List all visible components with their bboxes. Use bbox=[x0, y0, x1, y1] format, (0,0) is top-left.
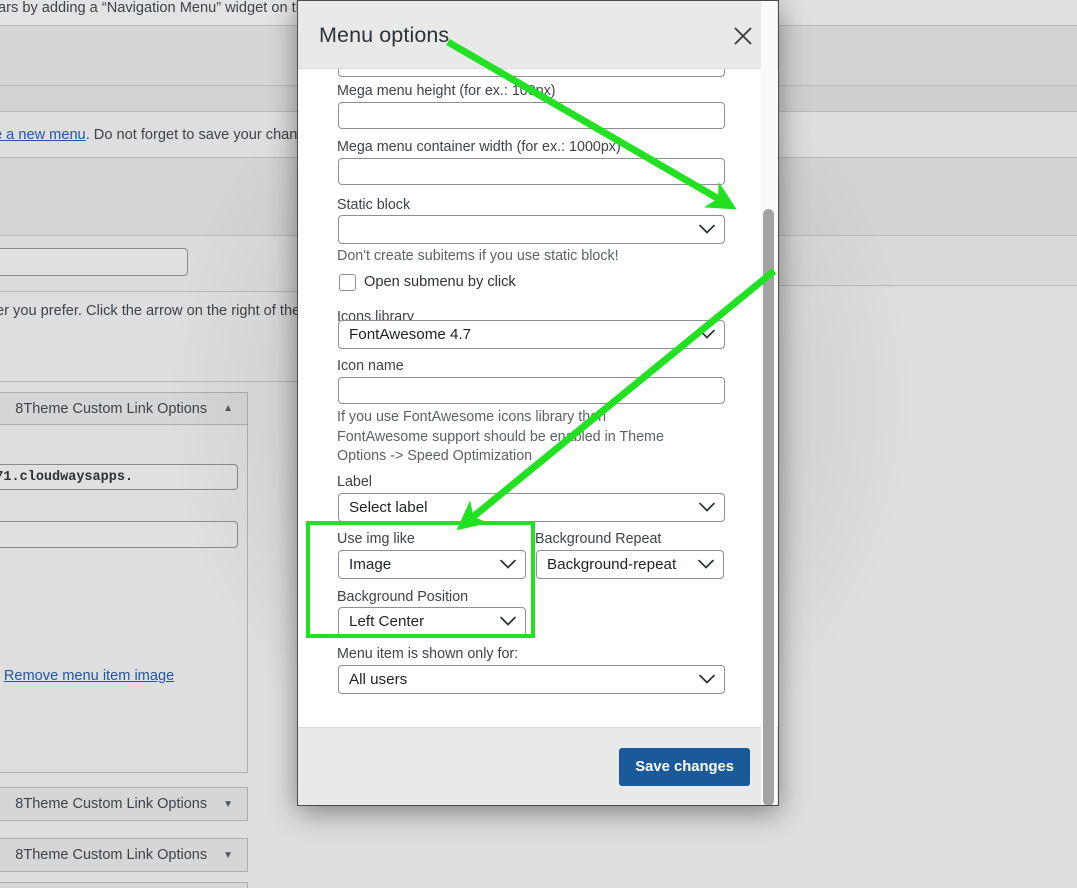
chevron-down-icon bbox=[699, 326, 715, 343]
bg-remove-menu-item-image-link[interactable]: Remove menu item image bbox=[4, 668, 174, 684]
background-position-label: Background Position bbox=[337, 589, 469, 605]
chevron-down-icon: ▼ bbox=[223, 849, 233, 861]
open-submenu-by-click-checkbox[interactable] bbox=[339, 274, 356, 291]
bg-panel-8theme-custom-link-options-collapsed-1[interactable]: 8Theme Custom Link Options ▼ bbox=[0, 787, 248, 821]
bg-right-row-0 bbox=[779, 0, 1077, 26]
chevron-down-icon: ▼ bbox=[223, 798, 233, 810]
modal-title: Menu options bbox=[319, 23, 450, 47]
modal-scrollbar-track[interactable] bbox=[761, 1, 777, 805]
use-img-like-label: Use img like bbox=[337, 531, 415, 547]
mega-menu-height-input[interactable] bbox=[338, 102, 725, 129]
modal-body: Mega menu height (for ex.: 100px) Mega m… bbox=[298, 69, 778, 729]
bg-create-new-menu-link[interactable]: e a new menu bbox=[0, 127, 86, 143]
bg-remove-menu-item-image-row: | Remove menu item image bbox=[0, 668, 174, 684]
chevron-down-icon bbox=[500, 613, 516, 630]
bg-panel-title: 8Theme Custom Link Options bbox=[15, 847, 208, 863]
icons-library-select[interactable]: FontAwesome 4.7 bbox=[338, 320, 725, 349]
bg-panel-title: 8Theme Custom Link Options bbox=[15, 796, 208, 812]
background-position-value: Left Center bbox=[349, 613, 425, 630]
open-submenu-by-click-label: Open submenu by click bbox=[364, 274, 516, 290]
icon-name-input[interactable] bbox=[338, 377, 725, 404]
bg-hint-order: er you prefer. Click the arrow on the ri… bbox=[0, 303, 312, 319]
modal-footer: Save changes bbox=[298, 727, 778, 805]
chevron-up-icon: ▲ bbox=[223, 403, 233, 414]
bg-hint-new-menu: e a new menu. Do not forget to save your… bbox=[0, 127, 314, 143]
save-changes-button[interactable]: Save changes bbox=[619, 748, 750, 786]
chevron-down-icon bbox=[699, 221, 715, 238]
background-repeat-select[interactable]: Background-repeat bbox=[536, 550, 724, 579]
shown-only-for-value: All users bbox=[349, 671, 408, 688]
label-select-value: Select label bbox=[349, 499, 428, 516]
background-position-select[interactable]: Left Center bbox=[338, 607, 526, 636]
bg-right-row-5 bbox=[779, 236, 1077, 286]
static-block-select[interactable] bbox=[338, 215, 725, 244]
bg-panel-8theme-custom-link-options-open[interactable]: 8Theme Custom Link Options ▲ bbox=[0, 392, 248, 425]
previous-field-input-partial[interactable] bbox=[338, 69, 725, 77]
bg-right-row-3 bbox=[779, 112, 1077, 158]
mega-menu-height-label: Mega menu height (for ex.: 100px) bbox=[337, 83, 556, 99]
bg-menu-name-input[interactable]: tom bbox=[0, 248, 188, 276]
background-repeat-label: Background Repeat bbox=[535, 531, 662, 547]
screen: ars by adding a “Navigation Menu” widget… bbox=[0, 0, 1077, 888]
bg-panel-partial[interactable] bbox=[0, 882, 248, 888]
icons-library-value: FontAwesome 4.7 bbox=[349, 326, 472, 343]
bg-hint-navigation-menu: ars by adding a “Navigation Menu” widget… bbox=[0, 0, 312, 16]
mega-menu-container-width-input[interactable] bbox=[338, 158, 725, 185]
static-block-label: Static block bbox=[337, 197, 411, 213]
chevron-down-icon bbox=[699, 671, 715, 688]
use-img-like-select[interactable]: Image bbox=[338, 550, 526, 579]
bg-right-row-4 bbox=[779, 158, 1077, 236]
icon-name-label: Icon name bbox=[337, 358, 404, 374]
menu-options-modal: Menu options Mega menu height (for ex.: … bbox=[297, 0, 779, 806]
background-repeat-value: Background-repeat bbox=[547, 556, 677, 573]
bg-custom-link-second-input[interactable] bbox=[0, 521, 238, 548]
bg-panel-8theme-custom-link-options-collapsed-2[interactable]: 8Theme Custom Link Options ▼ bbox=[0, 838, 248, 872]
shown-only-for-select[interactable]: All users bbox=[338, 665, 725, 694]
bg-hint-new-menu-rest: . Do not forget to save your change bbox=[85, 127, 314, 143]
chevron-down-icon bbox=[699, 499, 715, 516]
static-block-help: Don't create subitems if you use static … bbox=[337, 248, 619, 264]
bg-right-row-1 bbox=[779, 26, 1077, 86]
bg-panel-title: 8Theme Custom Link Options bbox=[15, 400, 208, 417]
modal-scrollbar-thumb[interactable] bbox=[763, 209, 774, 805]
mega-menu-container-width-label: Mega menu container width (for ex.: 1000… bbox=[337, 139, 621, 155]
chevron-down-icon bbox=[698, 556, 714, 573]
icon-name-help: If you use FontAwesome icons library the… bbox=[337, 409, 664, 464]
bg-custom-link-url-input[interactable]: -799750-4022271.cloudwaysapps. bbox=[0, 464, 238, 490]
use-img-like-value: Image bbox=[349, 556, 392, 573]
shown-only-for-label: Menu item is shown only for: bbox=[337, 646, 519, 662]
label-select[interactable]: Select label bbox=[338, 493, 725, 522]
label-select-label: Label bbox=[337, 474, 372, 490]
close-icon[interactable] bbox=[730, 23, 756, 49]
bg-right-row-6 bbox=[779, 286, 1077, 406]
bg-right-row-2 bbox=[779, 86, 1077, 112]
chevron-down-icon bbox=[500, 556, 516, 573]
